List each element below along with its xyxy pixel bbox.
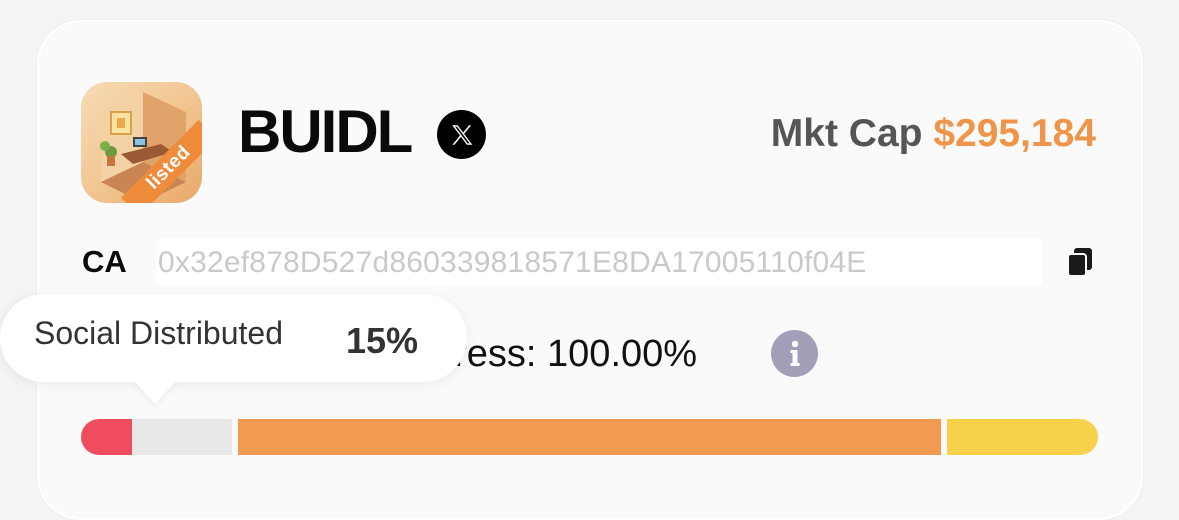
contract-address-field[interactable]: 0x32ef878D527d860339818571E8DA17005110f0… [156, 239, 1043, 286]
tooltip-label: Social Distributed [34, 315, 283, 351]
x-social-button[interactable] [437, 110, 486, 159]
distribution-segment-yellow[interactable] [947, 419, 1098, 455]
progress-value: gress: 100.00% [433, 333, 698, 375]
token-logo[interactable]: listed [81, 82, 202, 203]
distribution-segment-social[interactable] [132, 419, 232, 455]
tooltip-value: 15% [346, 320, 419, 361]
distribution-segment-red[interactable] [81, 419, 132, 455]
tooltip-arrow [133, 380, 177, 404]
x-logo-icon [451, 124, 472, 145]
info-icon[interactable] [771, 330, 818, 377]
contract-address-label: CA [82, 244, 127, 279]
bonding-progress-text: gress: 100.00% [433, 332, 697, 376]
market-cap: Mkt Cap $295,184 [771, 112, 1096, 156]
token-name: BUIDL [238, 98, 413, 165]
market-cap-label: Mkt Cap [770, 112, 923, 155]
market-cap-value: $295,184 [933, 112, 1096, 155]
copy-icon[interactable] [1066, 246, 1094, 278]
distribution-segment-orange[interactable] [238, 419, 941, 455]
